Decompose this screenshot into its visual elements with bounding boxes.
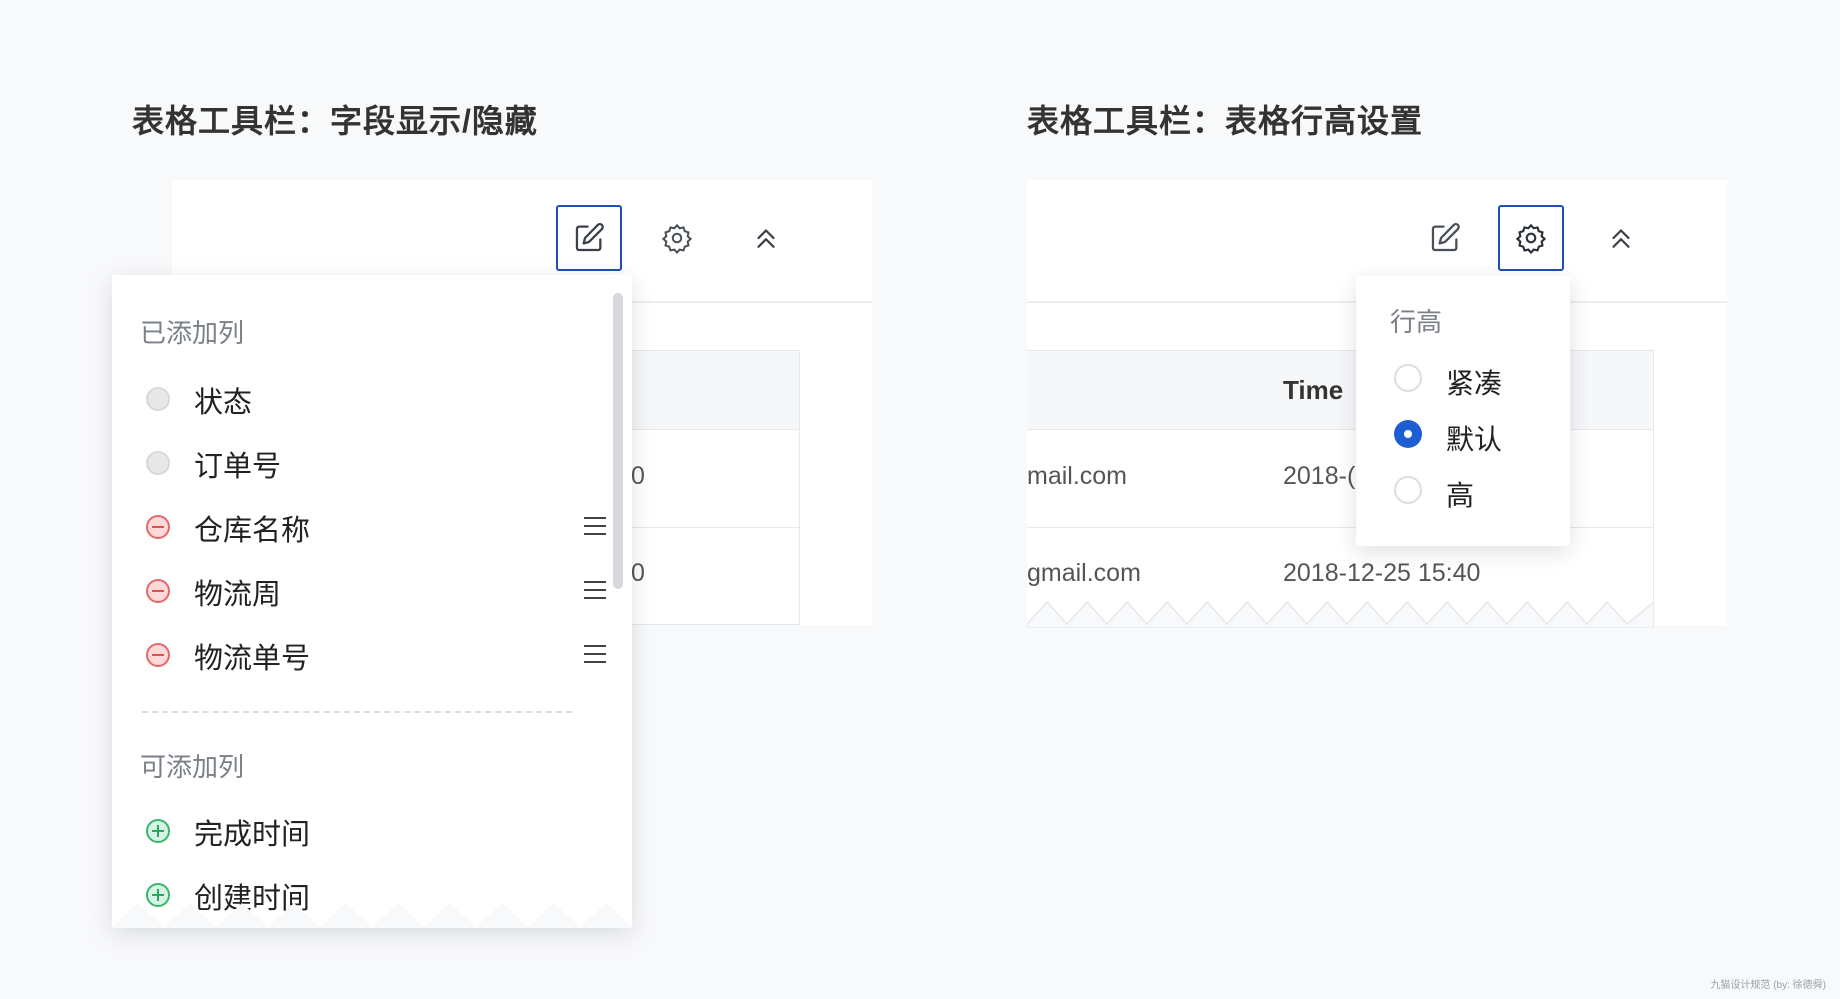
- gear-icon: [661, 223, 693, 254]
- radio-label: 默认: [1446, 424, 1503, 455]
- column-item-completion-time[interactable]: 完成时间: [146, 809, 606, 853]
- disabled-circle-icon: [146, 451, 170, 475]
- torn-edge: [112, 903, 632, 928]
- group-divider: [142, 711, 572, 713]
- row-height-option-default[interactable]: 默认: [1394, 414, 1544, 455]
- column-item-logistics-week[interactable]: 物流周: [146, 569, 606, 613]
- chevrons-up-icon: [1612, 229, 1630, 248]
- add-column-icon[interactable]: [146, 819, 170, 843]
- torn-edge: [1027, 600, 1654, 628]
- column-item-warehouse[interactable]: 仓库名称: [146, 505, 606, 549]
- row-height-panel: 行高 紧凑 默认 高: [1356, 276, 1570, 546]
- radio-label: 高: [1446, 480, 1475, 511]
- row-height-button[interactable]: [1498, 205, 1564, 271]
- column-item-label: 仓库名称: [194, 515, 311, 547]
- column-item-tracking-no[interactable]: 物流单号: [146, 633, 606, 677]
- remove-column-icon[interactable]: [146, 515, 170, 539]
- row-height-option-tall[interactable]: 高: [1394, 470, 1544, 511]
- column-item-status[interactable]: 状态: [146, 377, 606, 421]
- drag-handle-icon[interactable]: [584, 581, 606, 601]
- radio-icon: [1394, 476, 1422, 504]
- panel-scrollbar[interactable]: [613, 293, 623, 589]
- email-cell: gmail.com: [1027, 559, 1141, 587]
- section-title-left: 表格工具栏：字段显示/隐藏: [132, 103, 538, 139]
- remove-column-icon[interactable]: [146, 579, 170, 603]
- drag-handle-icon[interactable]: [584, 645, 606, 665]
- collapse-button[interactable]: [733, 205, 799, 271]
- watermark: 九猫设计规范 (by: 徐德舜): [1710, 980, 1826, 991]
- section-title-right: 表格工具栏：表格行高设置: [1027, 103, 1424, 139]
- time-cell: 2018-12-25 15:40: [1283, 559, 1481, 587]
- column-settings-button[interactable]: [1412, 205, 1478, 271]
- table-cell: 0: [631, 462, 645, 490]
- column-config-panel: 已添加列 状态 订单号 仓库名称 物流周 物流单号 可添加列 完成时间 创建时间: [112, 275, 632, 928]
- available-columns-label: 可添加列: [140, 752, 245, 782]
- column-header-time[interactable]: Time: [1283, 375, 1343, 406]
- column-item-order-no[interactable]: 订单号: [146, 441, 606, 485]
- collapse-button[interactable]: [1588, 205, 1654, 271]
- added-columns-label: 已添加列: [140, 318, 245, 348]
- email-cell: mail.com: [1027, 462, 1128, 490]
- chevrons-up-icon: [757, 229, 775, 248]
- column-item-label: 物流周: [194, 579, 282, 611]
- edit-icon: [575, 223, 604, 252]
- radio-icon: [1394, 364, 1422, 392]
- row-height-title: 行高: [1390, 307, 1443, 337]
- remove-column-icon[interactable]: [146, 643, 170, 667]
- table-cell: 0: [631, 559, 645, 587]
- row-height-option-compact[interactable]: 紧凑: [1394, 358, 1544, 399]
- time-cell: 2018-(: [1283, 462, 1356, 490]
- disabled-circle-icon: [146, 387, 170, 411]
- drag-handle-icon[interactable]: [584, 517, 606, 537]
- column-item-label: 物流单号: [194, 643, 311, 675]
- column-item-label: 完成时间: [194, 819, 311, 851]
- radio-checked-icon: [1394, 420, 1422, 448]
- column-settings-button[interactable]: [556, 205, 622, 271]
- gear-icon: [1515, 223, 1547, 254]
- column-item-label: 状态: [194, 387, 253, 419]
- edit-icon: [1431, 223, 1460, 252]
- row-height-button[interactable]: [644, 205, 710, 271]
- column-item-label: 订单号: [194, 451, 282, 483]
- radio-label: 紧凑: [1446, 368, 1503, 399]
